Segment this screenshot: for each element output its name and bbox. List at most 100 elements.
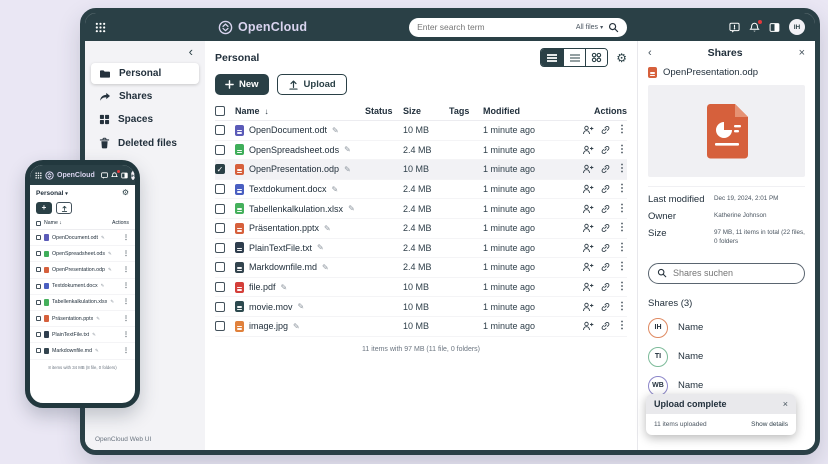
column-modified[interactable]: Modified — [483, 106, 571, 116]
breadcrumb[interactable]: Personal — [215, 52, 259, 64]
kebab-icon[interactable]: ⋮ — [123, 251, 129, 257]
file-name[interactable]: movie.mov — [249, 302, 293, 312]
select-all-checkbox[interactable] — [215, 106, 225, 116]
rename-icon[interactable]: ✎ — [110, 299, 114, 305]
file-name[interactable]: PlainTextFile.txt — [52, 332, 89, 338]
shares-search-input[interactable] — [673, 268, 796, 278]
rename-icon[interactable]: ✎ — [298, 302, 305, 311]
toast-show-details-link[interactable]: Show details — [751, 421, 788, 428]
rename-icon[interactable]: ✎ — [108, 251, 112, 257]
person-add-icon[interactable] — [582, 184, 594, 194]
upload-button[interactable]: Upload — [277, 74, 347, 95]
rename-icon[interactable]: ✎ — [95, 348, 99, 354]
table-row[interactable]: OpenPresentation.odp✎⋮ — [30, 262, 135, 278]
column-size[interactable]: Size — [403, 106, 449, 116]
kebab-icon[interactable]: ⋮ — [123, 283, 129, 289]
sidebar-item-spaces[interactable]: Spaces — [91, 109, 199, 130]
share-person-row[interactable]: WBName — [648, 376, 805, 396]
file-name[interactable]: Textdokument.docx — [52, 283, 98, 289]
rename-icon[interactable]: ✎ — [324, 224, 331, 233]
row-checkbox[interactable] — [36, 300, 41, 305]
file-name[interactable]: PlainTextFile.txt — [249, 243, 312, 253]
kebab-icon[interactable]: ⋮ — [617, 164, 627, 174]
table-row[interactable]: OpenDocument.odt✎⋮ — [30, 230, 135, 246]
column-name[interactable]: Name ↓ — [44, 220, 62, 226]
file-name[interactable]: Tabellenkalkulation.xlsx — [52, 299, 107, 305]
row-checkbox[interactable]: ✓ — [215, 164, 225, 174]
table-row[interactable]: OpenSpreadsheet.ods✎ ⋮ — [30, 246, 135, 262]
file-name[interactable]: Textdokument.docx — [249, 184, 327, 194]
view-settings-gear-icon[interactable]: ⚙ — [616, 52, 627, 64]
person-add-icon[interactable] — [582, 125, 594, 135]
notifications-bell-icon[interactable] — [111, 172, 118, 179]
sidebar-collapse-icon[interactable]: ‹ — [91, 47, 199, 61]
rename-icon[interactable]: ✎ — [332, 185, 339, 194]
person-add-icon[interactable] — [582, 243, 594, 253]
link-icon[interactable] — [600, 262, 611, 272]
link-icon[interactable] — [600, 125, 611, 135]
table-row[interactable]: Präsentation.pptx✎⋮ — [30, 311, 135, 327]
file-name[interactable]: image.jpg — [249, 321, 288, 331]
link-icon[interactable] — [600, 145, 611, 155]
search-input[interactable] — [417, 22, 571, 32]
row-checkbox[interactable] — [36, 348, 41, 353]
kebab-icon[interactable]: ⋮ — [617, 282, 627, 292]
link-icon[interactable] — [600, 243, 611, 253]
file-name[interactable]: Markdownfile.md — [52, 348, 92, 354]
kebab-icon[interactable]: ⋮ — [617, 204, 627, 214]
row-checkbox[interactable] — [215, 302, 225, 312]
link-icon[interactable] — [600, 321, 611, 331]
file-name[interactable]: Präsentation.pptx — [249, 223, 319, 233]
rename-icon[interactable]: ✎ — [332, 126, 339, 135]
feedback-icon[interactable] — [101, 172, 108, 179]
kebab-icon[interactable]: ⋮ — [123, 299, 129, 305]
kebab-icon[interactable]: ⋮ — [123, 316, 129, 322]
column-tags[interactable]: Tags — [449, 106, 483, 116]
link-icon[interactable] — [600, 204, 611, 214]
view-settings-gear-icon[interactable]: ⚙ — [122, 189, 129, 197]
link-icon[interactable] — [600, 223, 611, 233]
row-checkbox[interactable] — [215, 145, 225, 155]
person-add-icon[interactable] — [582, 321, 594, 331]
kebab-icon[interactable]: ⋮ — [123, 348, 129, 354]
table-row[interactable]: PlainTextFile.txt✎2.4 MB1 minute ago⋮ — [215, 239, 627, 259]
link-icon[interactable] — [600, 164, 611, 174]
person-add-icon[interactable] — [582, 164, 594, 174]
rename-icon[interactable]: ✎ — [344, 145, 351, 154]
breadcrumb[interactable]: Personal ▾ — [36, 190, 68, 197]
panel-close-icon[interactable]: × — [799, 48, 805, 59]
row-checkbox[interactable] — [36, 284, 41, 289]
notifications-bell-icon[interactable] — [749, 22, 760, 33]
kebab-icon[interactable]: ⋮ — [123, 267, 129, 273]
kebab-icon[interactable]: ⋮ — [617, 262, 627, 272]
rename-icon[interactable]: ✎ — [96, 316, 100, 322]
file-name[interactable]: OpenDocument.odt — [249, 125, 327, 135]
rename-icon[interactable]: ✎ — [108, 267, 112, 273]
column-name[interactable]: Name↓ — [225, 106, 365, 116]
table-row[interactable]: Textdokument.docx✎2.4 MB1 minute ago⋮ — [215, 180, 627, 200]
person-add-icon[interactable] — [582, 204, 594, 214]
person-add-icon[interactable] — [582, 282, 594, 292]
kebab-icon[interactable]: ⋮ — [617, 125, 627, 135]
file-name[interactable]: OpenSpreadsheet.ods — [52, 251, 105, 257]
kebab-icon[interactable]: ⋮ — [617, 223, 627, 233]
search-scope-select[interactable]: All files▾ — [576, 24, 603, 31]
table-row[interactable]: Präsentation.pptx✎2.4 MB1 minute ago⋮ — [215, 219, 627, 239]
table-row[interactable]: movie.mov✎10 MB1 minute ago⋮ — [215, 297, 627, 317]
rename-icon[interactable]: ✎ — [322, 263, 329, 272]
rename-icon[interactable]: ✎ — [101, 283, 105, 289]
file-name[interactable]: OpenSpreadsheet.ods — [249, 145, 339, 155]
view-condensed-button[interactable] — [541, 49, 563, 66]
share-person-row[interactable]: IHName — [648, 318, 805, 338]
rename-icon[interactable]: ✎ — [317, 243, 324, 252]
table-row[interactable]: PlainTextFile.txt✎⋮ — [30, 327, 135, 343]
feedback-icon[interactable] — [729, 22, 740, 33]
rename-icon[interactable]: ✎ — [281, 283, 288, 292]
row-checkbox[interactable] — [215, 184, 225, 194]
kebab-icon[interactable]: ⋮ — [617, 321, 627, 331]
table-row[interactable]: ✓OpenPresentation.odp✎10 MB1 minute ago⋮ — [215, 160, 627, 180]
app-grid-icon[interactable] — [35, 172, 42, 179]
user-avatar[interactable]: IH — [789, 19, 805, 35]
kebab-icon[interactable]: ⋮ — [617, 243, 627, 253]
file-name[interactable]: Tabellenkalkulation.xlsx — [249, 204, 343, 214]
